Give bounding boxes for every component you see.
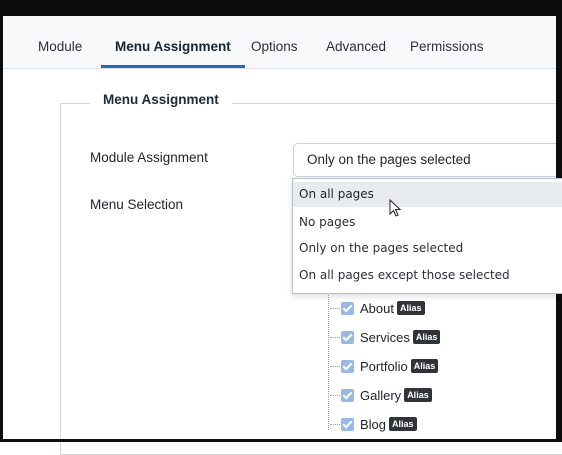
menu-item-label: Services	[360, 329, 410, 345]
checkbox[interactable]	[341, 359, 354, 373]
option-no-pages[interactable]: No pages	[293, 210, 562, 235]
menu-item-gallery[interactable]: Gallery Alias	[330, 385, 432, 405]
option-only-selected[interactable]: Only on the pages selected	[293, 236, 562, 261]
tab-advanced[interactable]: Advanced	[326, 16, 386, 68]
tab-menu-assignment[interactable]: Menu Assignment	[101, 16, 245, 68]
menu-selection-label: Menu Selection	[90, 197, 184, 212]
option-on-all-pages[interactable]: On all pages	[293, 182, 562, 207]
checkbox[interactable]	[341, 301, 354, 315]
menu-item-about[interactable]: About Alias	[330, 298, 425, 318]
tab-permissions[interactable]: Permissions	[410, 16, 484, 68]
alias-badge: Alias	[412, 330, 441, 344]
mouse-cursor-icon	[389, 199, 402, 217]
menu-item-label: Gallery	[360, 387, 402, 403]
checkbox[interactable]	[341, 417, 354, 431]
menu-item-label: Portfolio	[360, 358, 408, 374]
alias-badge: Alias	[396, 301, 425, 315]
alias-badge: Alias	[389, 417, 417, 431]
menu-item-label: About	[360, 300, 394, 316]
checkbox[interactable]	[341, 388, 354, 402]
module-assignment-dropdown: On all pages No pages Only on the pages …	[292, 178, 562, 294]
alias-badge: Alias	[410, 359, 439, 373]
module-assignment-select[interactable]: Only on the pages selected	[293, 143, 562, 177]
menu-item-blog[interactable]: Blog Alias	[330, 414, 417, 434]
fieldset-legend: Menu Assignment	[90, 92, 232, 107]
alias-badge: Alias	[404, 388, 432, 402]
tab-module[interactable]: Module	[38, 16, 82, 68]
option-all-except-selected[interactable]: On all pages except those selected	[293, 263, 562, 288]
tab-options[interactable]: Options	[251, 16, 298, 68]
module-assignment-label: Module Assignment	[90, 150, 208, 165]
tab-bar: Module Menu Assignment Options Advanced …	[3, 16, 556, 69]
menu-item-portfolio[interactable]: Portfolio Alias	[330, 356, 439, 376]
checkbox[interactable]	[341, 330, 354, 344]
menu-item-services[interactable]: Services Alias	[330, 327, 441, 347]
menu-item-label: Blog	[360, 416, 387, 432]
